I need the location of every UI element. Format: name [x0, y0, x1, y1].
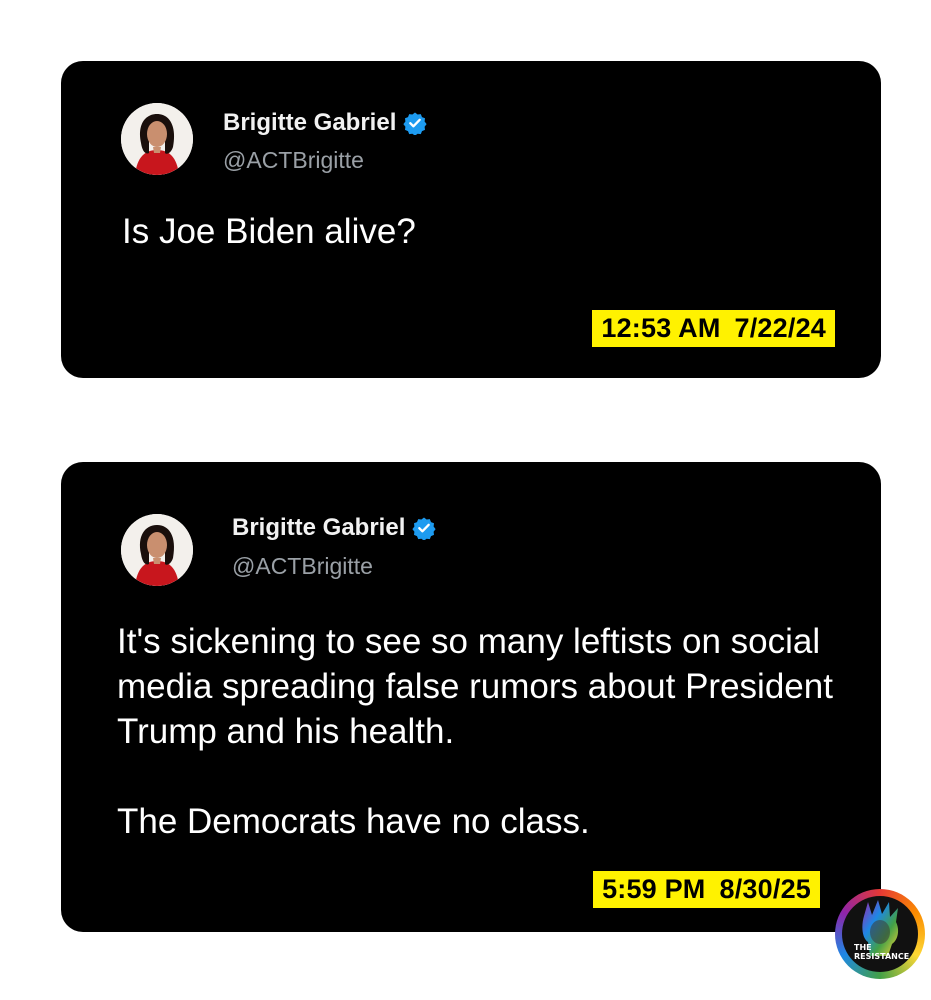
tweet-paragraph: It's sickening to see so many leftists o… [117, 622, 833, 751]
tweet-paragraph: Is Joe Biden alive? [122, 212, 416, 251]
timestamp-highlight: 5:59 PM 8/30/25 [593, 871, 820, 908]
author-row: Brigitte Gabriel [223, 109, 427, 137]
tweet-paragraph: The Democrats have no class. [117, 802, 590, 841]
verified-badge-icon [412, 517, 436, 540]
avatar[interactable] [121, 514, 193, 586]
logo-badge: THE RESISTANCE [842, 896, 918, 972]
tweet-card-2: Brigitte Gabriel @ACTBrigitte It's sicke… [61, 462, 881, 932]
verified-badge-icon [403, 112, 427, 135]
author-name[interactable]: Brigitte Gabriel [223, 109, 396, 137]
timestamp-time: 5:59 PM [602, 874, 706, 904]
author-row: Brigitte Gabriel [232, 514, 436, 542]
avatar-photo [121, 514, 193, 586]
author-name[interactable]: Brigitte Gabriel [232, 514, 405, 542]
timestamp-date: 7/22/24 [734, 313, 826, 343]
tweet-text: Is Joe Biden alive? [122, 209, 416, 254]
the-resistance-logo: THE RESISTANCE [835, 889, 925, 979]
logo-line-2: RESISTANCE [854, 952, 910, 961]
timestamp-date: 8/30/25 [719, 874, 811, 904]
timestamp-highlight: 12:53 AM 7/22/24 [592, 310, 835, 347]
author-handle[interactable]: @ACTBrigitte [232, 553, 373, 580]
logo-line-1: THE [854, 943, 872, 952]
logo-wordmark: THE RESISTANCE [854, 943, 909, 961]
tweet-text: It's sickening to see so many leftists o… [117, 619, 857, 844]
author-handle[interactable]: @ACTBrigitte [223, 147, 364, 174]
timestamp-time: 12:53 AM [601, 313, 721, 343]
tweet-card-1: Brigitte Gabriel @ACTBrigitte Is Joe Bid… [61, 61, 881, 378]
avatar-photo [121, 103, 193, 175]
avatar[interactable] [121, 103, 193, 175]
